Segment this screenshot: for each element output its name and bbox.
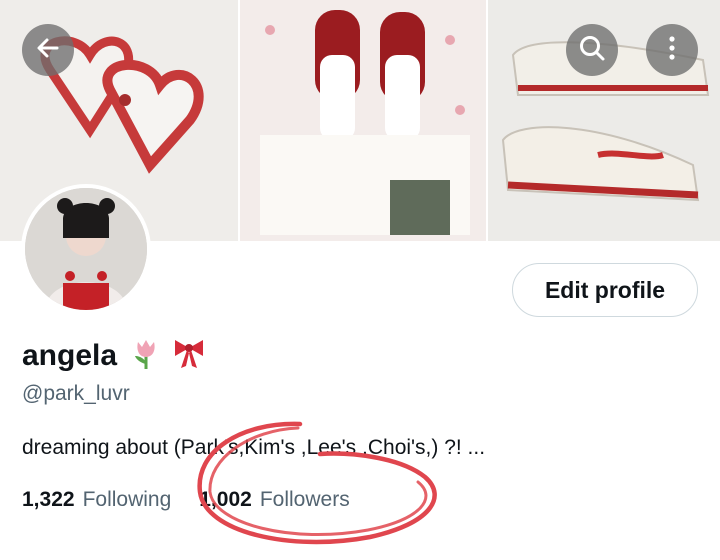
avatar-image	[25, 188, 147, 310]
followers-count: 1,002	[199, 488, 252, 511]
more-vertical-icon	[667, 35, 677, 66]
following-count: 1,322	[22, 488, 75, 511]
search-icon	[578, 34, 606, 67]
banner-photo-red-shoes	[240, 0, 486, 241]
ribbon-icon	[171, 336, 207, 375]
user-handle: @park_luvr	[22, 382, 130, 405]
search-button[interactable]	[566, 24, 618, 76]
profile-bio: dreaming about (Park's,Kim's ,Lee's ,Cho…	[22, 436, 486, 459]
profile-stats: 1,322 Following 1,002 Followers	[22, 488, 350, 512]
hand-drawn-circle-annotation	[197, 421, 437, 545]
following-label: Following	[82, 488, 172, 511]
tulip-icon	[129, 336, 163, 375]
more-options-button[interactable]	[646, 24, 698, 76]
arrow-left-icon	[35, 35, 61, 66]
followers-label: Followers	[259, 488, 350, 511]
display-name: angela	[22, 338, 118, 372]
following-stat[interactable]: 1,322 Following	[22, 488, 171, 512]
avatar[interactable]	[21, 184, 151, 314]
back-button[interactable]	[22, 24, 74, 76]
followers-stat[interactable]: 1,002 Followers	[199, 488, 349, 512]
edit-profile-button[interactable]: Edit profile	[512, 263, 698, 317]
name-row: angela	[22, 336, 207, 375]
